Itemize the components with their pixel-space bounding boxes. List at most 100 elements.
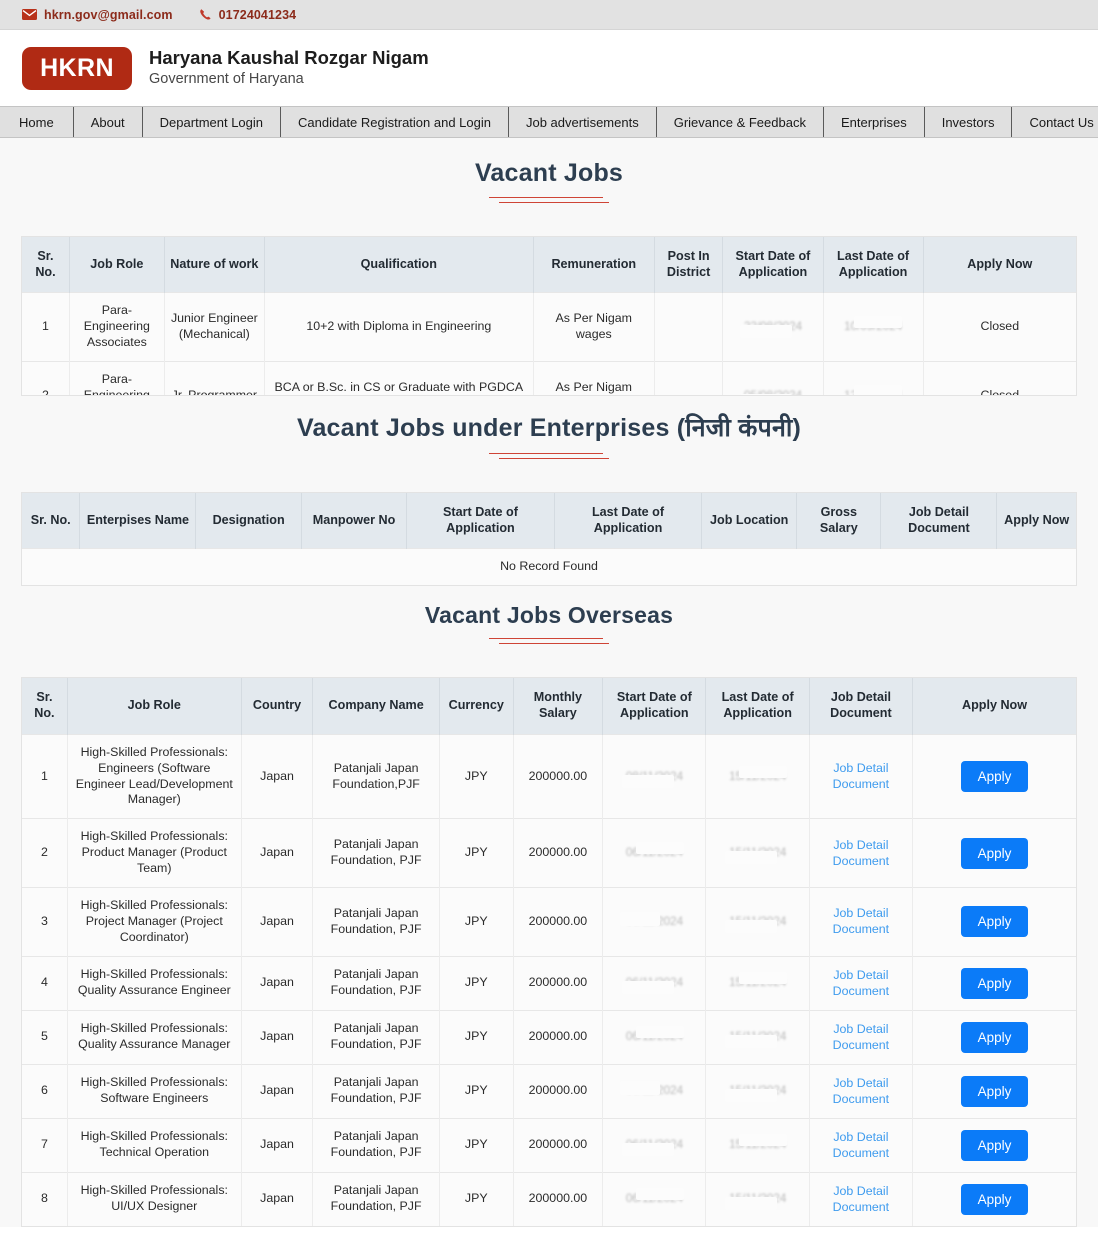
cell-job-detail-document[interactable]: Job Detail Document [809,955,914,1011]
org-name: Haryana Kaushal Rozgar Nigam [149,47,429,69]
cell-company-name: Patanjali Japan Foundation, PJF [312,1009,440,1065]
table-row: 5 High-Skilled Professionals: Quality Ass… [22,1009,1076,1065]
apply-button[interactable]: Apply [960,906,1029,938]
cell-apply[interactable]: Apply [912,1009,1076,1065]
job-detail-document-link[interactable]: Job Detail Document [815,1075,907,1107]
column-header: Apply Now [923,237,1076,293]
cell-country: Japan [241,886,314,957]
nav-item-enterprises[interactable]: Enterprises [824,107,925,137]
job-detail-document-link[interactable]: Job Detail Document [815,905,907,937]
cell-currency: JPY [439,1117,514,1173]
cell-job-role: High-Skilled Professionals: Quality Assu… [67,955,242,1011]
cell-job-detail-document[interactable]: Job Detail Document [809,1063,914,1119]
redacted-date: 06/11/2024 [626,1026,684,1044]
nav-item-job-advertisements[interactable]: Job advertisements [509,107,657,137]
apply-button[interactable]: Apply [960,1183,1029,1215]
apply-button[interactable]: Apply [960,837,1029,869]
cell-job-detail-document[interactable]: Job Detail Document [809,1117,914,1173]
cell-sr-no: 3 [22,886,68,957]
column-header: Sr. No. [22,237,70,293]
apply-button[interactable]: Apply [960,761,1029,793]
cell-apply[interactable]: Apply [912,818,1076,888]
cell-monthly-salary: 200000.00 [513,886,604,957]
column-header: Job Role [67,678,242,735]
column-header: Start Date of Application [602,678,707,735]
job-detail-document-link[interactable]: Job Detail Document [815,837,907,869]
job-detail-document-link[interactable]: Job Detail Document [815,1021,907,1053]
cell-monthly-salary: 200000.00 [513,1117,604,1173]
nav-item-contact-us[interactable]: Contact Us [1012,107,1098,137]
nav-item-department-login[interactable]: Department Login [143,107,282,137]
column-header: Manpower No [301,493,408,549]
nav-item-grievance-feedback[interactable]: Grievance & Feedback [657,107,824,137]
column-header: Designation [195,493,302,549]
cell-currency: JPY [439,818,514,888]
phone-icon [199,8,212,21]
cell-apply[interactable]: Apply [912,1171,1076,1226]
cell-start-date: 08/11/2024 [602,733,707,819]
job-detail-document-link[interactable]: Job Detail Document [815,760,907,792]
contact-email[interactable]: hkrn.gov@gmail.com [22,8,173,22]
redacted-date: 15/11/2024 [725,1191,786,1211]
nav-item-candidate-registration-and-login[interactable]: Candidate Registration and Login [281,107,509,137]
no-record-message: No Record Found [22,548,1076,586]
cell-job-detail-document[interactable]: Job Detail Document [809,818,914,888]
nav-item-investors[interactable]: Investors [925,107,1013,137]
overseas-jobs-table: Sr. No. Job Role Country Company Name Curren… [22,678,1076,1226]
cell-sr-no: 5 [22,1009,68,1065]
vacant-jobs-table-container[interactable]: Sr. No. Job Role Nature of work Qualificati… [21,236,1077,396]
cell-currency: JPY [439,733,514,819]
cell-apply[interactable]: Apply [912,1063,1076,1119]
cell-apply[interactable]: Apply [912,733,1076,819]
apply-button[interactable]: Apply [960,1021,1029,1053]
enterprises-title: Vacant Jobs under Enterprises (निजी कंपन… [296,414,802,442]
redacted-date: 12/08/2024 [844,384,902,395]
redacted-date: 10/09/2024 [844,316,902,334]
nav-item-home[interactable]: Home [0,107,74,137]
cell-apply[interactable]: Apply [912,1117,1076,1173]
job-detail-document-link[interactable]: Job Detail Document [815,1129,907,1161]
cell-job-detail-document[interactable]: Job Detail Document [809,886,914,957]
column-header: Job Location [701,493,798,549]
redacted-date: 15/11/2024 [729,972,788,990]
cell-job-detail-document[interactable]: Job Detail Document [809,1171,914,1226]
cell-job-detail-document[interactable]: Job Detail Document [809,1009,914,1065]
job-detail-document-link[interactable]: Job Detail Document [815,967,907,999]
column-header: Sr. No. [22,678,68,735]
redacted-date: 08/11/2024 [621,769,683,788]
nav-item-about[interactable]: About [74,107,143,137]
column-header: Apply Now [996,493,1076,549]
cell-remuneration: As Per Nigam wages [533,292,655,362]
brand-text-block: Haryana Kaushal Rozgar Nigam Government … [149,46,429,90]
contact-phone[interactable]: 01724041234 [199,8,297,22]
table-row: 1 Para-Engineering Associates Junior Engin… [22,292,1076,362]
cell-apply[interactable]: Apply [912,886,1076,957]
cell-job-detail-document[interactable]: Job Detail Document [809,733,914,819]
cell-last-date: 15/11/2024 [705,818,810,888]
cell-company-name: Patanjali Japan Foundation, PJF [312,886,440,957]
cell-job-role: High-Skilled Professionals: Software Eng… [67,1063,242,1119]
cell-country: Japan [241,955,314,1011]
cell-country: Japan [241,818,314,888]
apply-button[interactable]: Apply [960,967,1029,999]
cell-company-name: Patanjali Japan Foundation, PJF [312,1063,440,1119]
cell-apply[interactable]: Apply [912,955,1076,1011]
contact-phone-text: 01724041234 [218,7,297,22]
column-header: Nature of work [164,237,265,293]
cell-country: Japan [241,1009,314,1065]
job-detail-document-link[interactable]: Job Detail Document [815,1183,907,1215]
cell-currency: JPY [439,1009,514,1065]
cell-currency: JPY [439,886,514,957]
column-header: Monthly Salary [513,678,604,735]
cell-monthly-salary: 200000.00 [513,955,604,1011]
cell-post-in-district [654,361,724,395]
cell-start-date: 06/11/2024 [602,1009,707,1065]
cell-start-date: 06/11/2024 [602,1063,707,1119]
hkrn-logo[interactable]: HKRN [22,46,132,90]
overseas-body: 1 High-Skilled Professionals: Engineers (… [22,733,1076,1226]
table-row-empty: No Record Found [22,548,1076,586]
table-header-row: Sr. No. Enterpises Name Designation Manpowe… [22,493,1076,549]
apply-button[interactable]: Apply [960,1075,1029,1107]
apply-button[interactable]: Apply [960,1129,1029,1161]
column-header: Post In District [654,237,724,293]
